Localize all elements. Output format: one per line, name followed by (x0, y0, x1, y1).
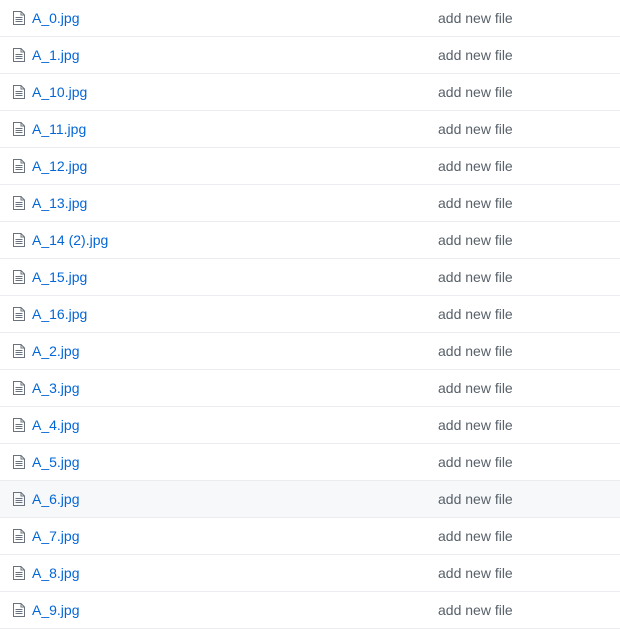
file-row[interactable]: A_14 (2).jpg add new file (0, 222, 620, 259)
commit-message[interactable]: add new file (438, 592, 513, 628)
commit-message[interactable]: add new file (438, 0, 513, 36)
file-icon (13, 566, 25, 580)
file-row[interactable]: A_3.jpg add new file (0, 370, 620, 407)
file-name-link[interactable]: A_14 (2).jpg (32, 222, 108, 258)
file-row[interactable]: A_4.jpg add new file (0, 407, 620, 444)
commit-message[interactable]: add new file (438, 37, 513, 73)
file-icon (13, 11, 25, 25)
file-icon (13, 270, 25, 284)
file-row[interactable]: A_8.jpg add new file (0, 555, 620, 592)
commit-message[interactable]: add new file (438, 185, 513, 221)
commit-message[interactable]: add new file (438, 518, 513, 554)
file-row[interactable]: A_9.jpg add new file (0, 592, 620, 629)
file-list: A_0.jpg add new file A_1.jpg add new fil… (0, 0, 620, 629)
file-name-link[interactable]: A_15.jpg (32, 259, 87, 295)
commit-message[interactable]: add new file (438, 259, 513, 295)
file-row[interactable]: A_13.jpg add new file (0, 185, 620, 222)
file-row[interactable]: A_16.jpg add new file (0, 296, 620, 333)
file-icon (13, 381, 25, 395)
file-name-link[interactable]: A_5.jpg (32, 444, 79, 480)
commit-message[interactable]: add new file (438, 407, 513, 443)
file-name-link[interactable]: A_16.jpg (32, 296, 87, 332)
file-icon (13, 492, 25, 506)
file-name-link[interactable]: A_1.jpg (32, 37, 79, 73)
file-name-link[interactable]: A_7.jpg (32, 518, 79, 554)
commit-message[interactable]: add new file (438, 74, 513, 110)
file-icon (13, 85, 25, 99)
commit-message[interactable]: add new file (438, 370, 513, 406)
file-name-link[interactable]: A_2.jpg (32, 333, 79, 369)
commit-message[interactable]: add new file (438, 222, 513, 258)
file-icon (13, 603, 25, 617)
file-name-link[interactable]: A_6.jpg (32, 481, 79, 517)
file-row[interactable]: A_1.jpg add new file (0, 37, 620, 74)
commit-message[interactable]: add new file (438, 444, 513, 480)
file-row[interactable]: A_5.jpg add new file (0, 444, 620, 481)
file-icon (13, 159, 25, 173)
file-name-link[interactable]: A_12.jpg (32, 148, 87, 184)
file-row[interactable]: A_15.jpg add new file (0, 259, 620, 296)
file-name-link[interactable]: A_13.jpg (32, 185, 87, 221)
file-icon (13, 529, 25, 543)
file-icon (13, 196, 25, 210)
file-row[interactable]: A_7.jpg add new file (0, 518, 620, 555)
file-icon (13, 307, 25, 321)
file-row[interactable]: A_12.jpg add new file (0, 148, 620, 185)
file-row[interactable]: A_0.jpg add new file (0, 0, 620, 37)
file-name-link[interactable]: A_4.jpg (32, 407, 79, 443)
file-name-link[interactable]: A_10.jpg (32, 74, 87, 110)
file-name-link[interactable]: A_0.jpg (32, 0, 79, 36)
commit-message[interactable]: add new file (438, 481, 513, 517)
file-name-link[interactable]: A_9.jpg (32, 592, 79, 628)
file-icon (13, 455, 25, 469)
file-name-link[interactable]: A_3.jpg (32, 370, 79, 406)
file-icon (13, 344, 25, 358)
commit-message[interactable]: add new file (438, 111, 513, 147)
file-row[interactable]: A_2.jpg add new file (0, 333, 620, 370)
file-icon (13, 418, 25, 432)
file-row[interactable]: A_10.jpg add new file (0, 74, 620, 111)
file-name-link[interactable]: A_11.jpg (32, 111, 86, 147)
file-name-link[interactable]: A_8.jpg (32, 555, 79, 591)
file-icon (13, 233, 25, 247)
commit-message[interactable]: add new file (438, 555, 513, 591)
commit-message[interactable]: add new file (438, 148, 513, 184)
file-row[interactable]: A_11.jpg add new file (0, 111, 620, 148)
commit-message[interactable]: add new file (438, 333, 513, 369)
file-row[interactable]: A_6.jpg add new file (0, 481, 620, 518)
file-icon (13, 122, 25, 136)
commit-message[interactable]: add new file (438, 296, 513, 332)
file-icon (13, 48, 25, 62)
